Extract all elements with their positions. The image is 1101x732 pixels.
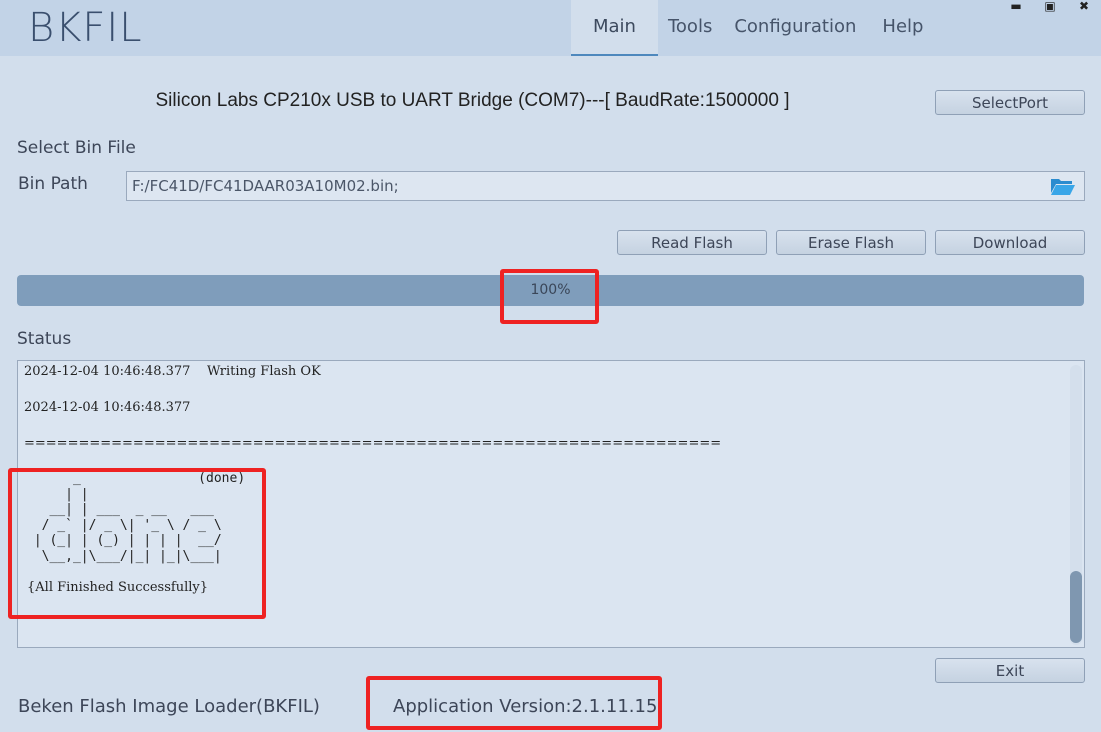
bin-path-field[interactable]: F:/FC41D/FC41DAAR03A10M02.bin;: [126, 171, 1085, 201]
select-bin-file-label: Select Bin File: [17, 138, 136, 158]
window-controls: ▬ ▣ ✖: [999, 0, 1101, 14]
tab-help[interactable]: Help: [868, 0, 937, 56]
progress-bar: 100%: [17, 275, 1084, 306]
erase-flash-button[interactable]: Erase Flash: [776, 230, 926, 255]
log-line: 2024-12-04 10:46:48.377: [24, 400, 191, 415]
folder-open-icon[interactable]: [1050, 176, 1076, 196]
app-full-name: Beken Flash Image Loader(BKFIL): [18, 696, 320, 717]
maximize-icon[interactable]: ▣: [1033, 0, 1067, 14]
status-scrollbar[interactable]: [1070, 365, 1082, 645]
minimize-icon[interactable]: ▬: [999, 0, 1033, 14]
device-info: Silicon Labs CP210x USB to UART Bridge (…: [155, 90, 790, 111]
app-title: BKFIL: [28, 5, 143, 51]
bin-path-value: F:/FC41D/FC41DAAR03A10M02.bin;: [132, 177, 399, 195]
finished-message: {All Finished Successfully}: [27, 580, 208, 595]
done-ascii-art: _ (done) | | __| | ___ _ __ ___ / _` |/ …: [33, 471, 246, 564]
log-lines: 2024-12-04 10:46:48.377 Writing Flash OK…: [24, 363, 721, 453]
read-flash-button[interactable]: Read Flash: [617, 230, 767, 255]
close-icon[interactable]: ✖: [1067, 0, 1101, 14]
scrollbar-thumb[interactable]: [1070, 571, 1082, 643]
status-label: Status: [17, 329, 72, 349]
title-bar: BKFIL Main Tools Configuration Help ▬ ▣ …: [0, 0, 1101, 56]
log-line: ========================================…: [24, 436, 722, 451]
log-line: 2024-12-04 10:46:48.377 Writing Flash OK: [24, 364, 321, 379]
download-button[interactable]: Download: [935, 230, 1085, 255]
tab-configuration[interactable]: Configuration: [722, 0, 868, 56]
status-log[interactable]: 2024-12-04 10:46:48.377 Writing Flash OK…: [17, 360, 1085, 648]
main-nav: Main Tools Configuration Help: [571, 0, 937, 56]
progress-label: 100%: [530, 282, 571, 298]
tab-main[interactable]: Main: [571, 0, 658, 56]
exit-button[interactable]: Exit: [935, 658, 1085, 683]
app-version: Application Version:2.1.11.15: [393, 696, 658, 717]
bin-path-label: Bin Path: [18, 174, 88, 194]
tab-tools[interactable]: Tools: [658, 0, 722, 56]
select-port-button[interactable]: SelectPort: [935, 90, 1085, 115]
